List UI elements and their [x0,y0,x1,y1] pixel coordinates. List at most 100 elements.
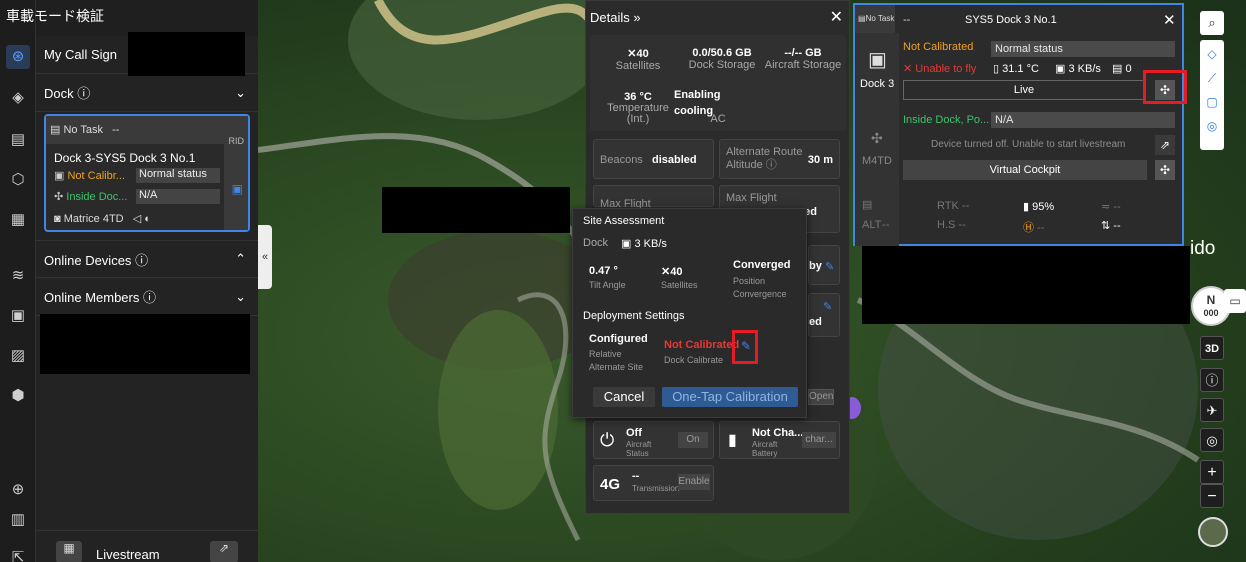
info-icon[interactable]: ⓘ [1200,368,1224,392]
speaker-icon[interactable]: ◁ [133,213,141,225]
satellites-value: 40 [636,48,649,60]
task-plan-icon[interactable]: ▣ [6,304,30,328]
charge-button[interactable]: char... [802,432,836,448]
alt-route-box[interactable]: Alternate Route Altitude ⓘ 30 m [719,139,840,179]
detail-icon[interactable]: ▣ [232,182,243,196]
livestream-label[interactable]: Livestream [96,547,160,562]
drone-control-icon[interactable]: ✣ [1155,160,1175,180]
satellites-label: Satellites [615,60,661,72]
dock-label: Dock 3 [860,78,895,90]
polygon-icon[interactable]: ▢ [1200,90,1224,114]
online-members-header[interactable]: Online Members ⓘ ⌄ [36,278,258,316]
share-icon[interactable]: ⇗ [1155,135,1175,155]
model-icon[interactable]: ⬡ [6,168,30,192]
airplane-icon[interactable]: ✈ [1200,398,1224,422]
dock-temp: 31.1 °C [1002,63,1039,75]
dock-card[interactable]: ▤ No Task -- RID ▣ Dock 3-SYS5 Dock 3 No… [44,114,250,232]
dock-status-field: Normal status [991,41,1175,57]
site-title: Site Assessment [583,215,665,227]
tilt-label: Tilt Angle [589,280,626,290]
media-icon[interactable]: ▤ [6,128,30,152]
task-badge: No Task [63,124,104,136]
share-icon[interactable]: ⇗ [210,541,238,562]
highlight-box [732,330,758,364]
hs-label: H.S [937,219,956,231]
redacted-map-label [382,187,570,233]
calibration-status: Not Calibr... [67,170,125,182]
dock-section-header[interactable]: Dock ⓘ ⌄ [36,74,258,112]
albums-icon[interactable]: ▨ [6,344,30,368]
left-rail: ⊛ ◈ ▤ ⬡ ▦ ≋ ▣ ▨ ⬢ ⊕ ▥ ⇱ [0,0,36,562]
battery-icon: ▮ [728,432,737,449]
chevron-down-icon[interactable]: ⌄ [235,85,246,101]
aircraft-status-box[interactable]: ⏻ Off Aircraft Status On [593,421,714,459]
collapse-panel-button[interactable]: « [258,225,272,289]
setting-box-3[interactable]: by ✎ [808,245,840,285]
exit-icon[interactable]: ⇱ [6,546,30,562]
zoom-in-button[interactable]: + [1200,460,1224,484]
flight-route-icon[interactable]: ≋ [6,264,30,288]
site-dock-label: Dock [583,237,609,249]
circle-icon[interactable]: ◎ [1200,114,1224,138]
grid-icon[interactable]: ▦ [56,541,82,562]
map-place-label: ido [1190,238,1216,259]
redacted-call-sign [128,32,245,76]
enable-button[interactable]: Enable [678,474,710,490]
zoom-out-button[interactable]: − [1200,484,1224,508]
hs-value: -- [958,219,966,231]
chevron-down-icon[interactable]: ⌄ [235,289,246,305]
site-sat-value: 40 [670,266,683,278]
chat-icon[interactable]: ▭ [1224,289,1246,313]
package-icon[interactable]: ⬢ [6,384,30,408]
alt-site-label: Relative Alternate Site [589,349,644,372]
one-tap-calibration-button[interactable]: One-Tap Calibration [662,387,798,407]
live-button[interactable]: Live [903,80,1145,100]
online-devices-label: Online Devices [44,252,132,268]
cancel-button[interactable]: Cancel [593,387,655,407]
alt-value: -- [882,219,890,231]
setting-box-4[interactable]: ✎ ed [808,293,840,337]
not-calibrated-value: Not Calibrated [664,339,740,351]
dock-task-value: -- [903,14,911,26]
on-button[interactable]: On [678,432,708,448]
view-3d-button[interactable]: 3D [1200,336,1224,360]
devices-icon[interactable]: ⊛ [6,45,30,69]
virtual-cockpit-button[interactable]: Virtual Cockpit [903,160,1147,180]
battery-box[interactable]: ▮ Not Cha... Aircraft Battery char... [719,421,840,459]
app-title: 車載モード検証 [6,8,104,24]
annotation-icon[interactable]: ◈ [6,86,30,110]
search-icon[interactable]: ⌕ [1200,11,1224,35]
aircraft-status-label: Aircraft Status [626,440,652,458]
close-icon[interactable]: ✕ [830,7,843,27]
beacons-box[interactable]: Beacons disabled [593,139,714,179]
light-icon[interactable]: ◐ [144,213,151,225]
close-icon[interactable]: ✕ [1163,11,1176,29]
rid-label: RID [228,136,245,146]
highlight-box [1143,70,1187,104]
layer-switch-button[interactable] [1198,517,1228,547]
globe-icon[interactable]: ⊕ [6,478,30,502]
aircraft-battery-percent: 95% [1032,201,1055,213]
dock-panel-title: SYS5 Dock 3 No.1 [965,14,1057,26]
online-members-label: Online Members [44,290,140,305]
locate-icon[interactable]: ◎ [1200,428,1224,452]
thermometer-icon: ▯ [993,63,1000,75]
edit-icon[interactable]: ✎ [823,300,832,313]
report-icon[interactable]: ▥ [6,508,30,532]
redacted-members [40,314,250,374]
info-icon: ⓘ [143,290,157,305]
line-icon[interactable]: ⟋ [1200,66,1224,90]
alt-route-label: Alternate Route Altitude [726,146,803,171]
online-devices-header[interactable]: Online Devices ⓘ ⌃ [36,240,258,278]
map-library-icon[interactable]: ▦ [6,208,30,232]
double-chevron-icon[interactable]: » [633,10,640,25]
open-button[interactable]: Open [808,389,834,405]
edit-icon[interactable]: ✎ [825,260,834,273]
dock-count: 0 [1125,63,1132,75]
max-flight-box-1[interactable]: Max Flight [593,185,714,210]
device-panel: My Call Sign Dock ⓘ ⌄ ▤ No Task -- RID ▣… [36,32,258,562]
pin-icon[interactable]: ◇ [1200,42,1224,66]
chevron-up-icon[interactable]: ⌃ [235,251,246,267]
aircraft-label: M4TD [862,155,892,167]
aircraft-model: Matrice 4TD [63,213,124,225]
